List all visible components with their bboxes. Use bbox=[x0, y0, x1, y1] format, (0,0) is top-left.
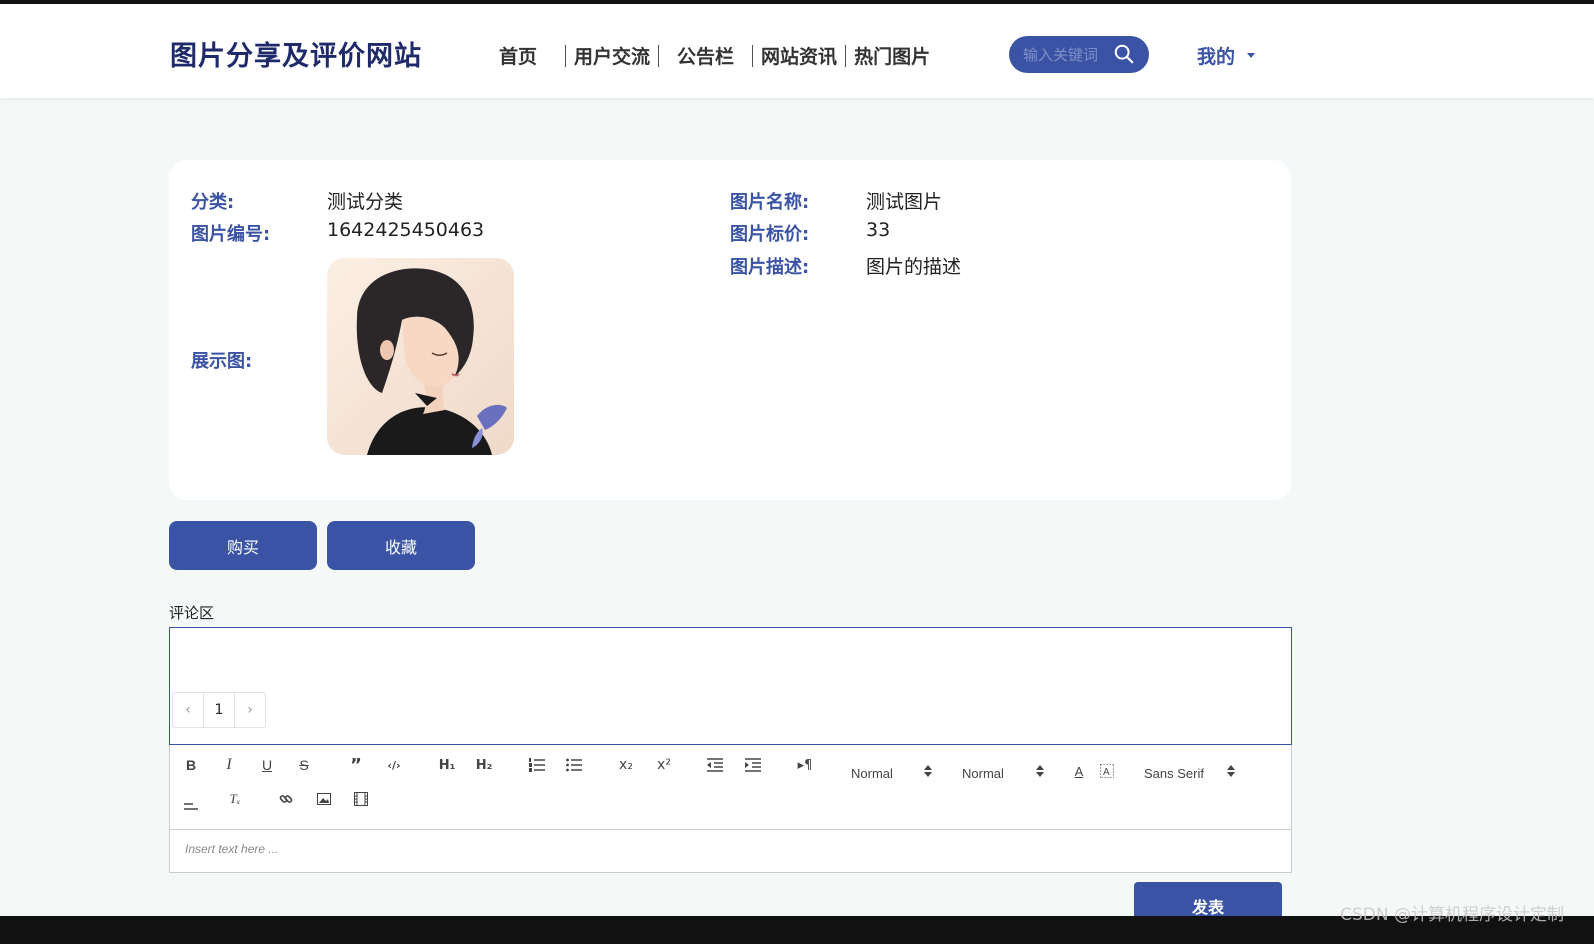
display-image-label: 展示图: bbox=[191, 351, 253, 372]
image-desc-value: 图片的描述 bbox=[866, 256, 962, 278]
page-number-button[interactable]: 1 bbox=[203, 693, 235, 727]
clear-format-icon[interactable]: Tₓ bbox=[222, 787, 248, 811]
editor-toolbar: B I U S ” ‹/› H₁ H₂ x₂ x² ▸¶ Normal Norm… bbox=[169, 745, 1292, 830]
favorite-button[interactable]: 收藏 bbox=[327, 521, 475, 570]
code-block-icon[interactable]: ‹/› bbox=[381, 753, 407, 777]
image-name-value: 测试图片 bbox=[866, 191, 943, 213]
strike-icon[interactable]: S bbox=[291, 753, 317, 777]
text-size-select[interactable]: Normal bbox=[962, 761, 1004, 785]
portrait-illustration bbox=[327, 258, 514, 455]
category-value: 测试分类 bbox=[327, 191, 404, 213]
italic-icon[interactable]: I bbox=[216, 753, 242, 777]
superscript-icon[interactable]: x² bbox=[651, 753, 677, 777]
user-menu-label: 我的 bbox=[1197, 46, 1236, 68]
display-image bbox=[327, 258, 514, 455]
bullet-list-icon[interactable] bbox=[561, 753, 587, 777]
font-family-value: Sans Serif bbox=[1144, 765, 1204, 781]
caret-down-icon bbox=[1247, 53, 1256, 58]
text-color-icon[interactable]: A bbox=[1066, 759, 1092, 783]
updown-arrows-icon[interactable] bbox=[1227, 764, 1235, 778]
next-page-button[interactable]: › bbox=[235, 693, 265, 727]
search-input[interactable] bbox=[1021, 44, 1117, 65]
user-menu[interactable]: 我的 bbox=[1197, 42, 1256, 69]
svg-text:A: A bbox=[1103, 767, 1110, 778]
updown-arrows-icon[interactable] bbox=[1036, 764, 1044, 778]
nav-separator bbox=[752, 44, 754, 67]
ordered-list-icon[interactable] bbox=[524, 753, 550, 777]
comment-editor[interactable]: Insert text here ... bbox=[169, 829, 1292, 873]
indent-icon[interactable] bbox=[740, 753, 766, 777]
nav-site-news[interactable]: 网站资讯 bbox=[757, 42, 841, 69]
underline-icon[interactable]: U bbox=[254, 753, 280, 777]
background-color-icon[interactable]: A bbox=[1094, 759, 1120, 783]
category-label: 分类: bbox=[191, 192, 235, 213]
image-id-value: 1642425450463 bbox=[327, 219, 485, 241]
header-size-value: Normal bbox=[851, 765, 893, 781]
image-name-label: 图片名称: bbox=[730, 192, 810, 213]
image-icon[interactable] bbox=[311, 787, 337, 811]
header-size-select[interactable]: Normal bbox=[851, 761, 893, 785]
image-price-value: 33 bbox=[866, 219, 891, 241]
text-direction-icon[interactable]: ▸¶ bbox=[792, 753, 818, 777]
image-detail-card: 分类: 测试分类 图片编号: 1642425450463 展示图: 图片名称: … bbox=[169, 160, 1291, 500]
nav-separator bbox=[658, 44, 660, 67]
prev-page-button[interactable]: ‹ bbox=[173, 693, 203, 727]
site-header: 图片分享及评价网站 首页 用户交流 公告栏 网站资讯 热门图片 我的 bbox=[0, 4, 1594, 98]
nav-hot-images[interactable]: 热门图片 bbox=[850, 42, 934, 69]
site-logo[interactable]: 图片分享及评价网站 bbox=[170, 34, 422, 73]
editor-placeholder: Insert text here ... bbox=[185, 842, 279, 856]
subscript-icon[interactable]: x₂ bbox=[613, 753, 639, 777]
main-nav: 首页 用户交流 公告栏 网站资讯 热门图片 bbox=[495, 42, 934, 69]
image-price-label: 图片标价: bbox=[730, 224, 810, 245]
comment-pagination: ‹ 1 › bbox=[172, 692, 266, 728]
comment-list: ‹ 1 › bbox=[169, 627, 1292, 745]
image-id-label: 图片编号: bbox=[191, 224, 271, 245]
video-icon[interactable] bbox=[348, 787, 374, 811]
buy-button[interactable]: 购买 bbox=[169, 521, 317, 570]
nav-home[interactable]: 首页 bbox=[495, 42, 541, 69]
watermark: CSDN @计算机程序设计定制 bbox=[1340, 905, 1564, 925]
nav-separator bbox=[565, 44, 567, 67]
outdent-icon[interactable] bbox=[702, 753, 728, 777]
heading2-icon[interactable]: H₂ bbox=[471, 753, 497, 777]
heading1-icon[interactable]: H₁ bbox=[434, 753, 460, 777]
nav-notice-board[interactable]: 公告栏 bbox=[673, 42, 738, 69]
image-desc-label: 图片描述: bbox=[730, 257, 810, 278]
align-icon[interactable] bbox=[178, 793, 204, 817]
search-icon[interactable] bbox=[1113, 43, 1135, 65]
updown-arrows-icon[interactable] bbox=[924, 764, 932, 778]
search-box bbox=[1009, 36, 1149, 73]
nav-separator bbox=[845, 44, 847, 67]
text-size-value: Normal bbox=[962, 765, 1004, 781]
nav-user-forum[interactable]: 用户交流 bbox=[570, 42, 654, 69]
blockquote-icon[interactable]: ” bbox=[343, 753, 369, 777]
link-icon[interactable] bbox=[273, 787, 299, 811]
comment-section-title: 评论区 bbox=[169, 604, 215, 622]
bold-icon[interactable]: B bbox=[178, 753, 204, 777]
font-family-select[interactable]: Sans Serif bbox=[1144, 761, 1204, 785]
